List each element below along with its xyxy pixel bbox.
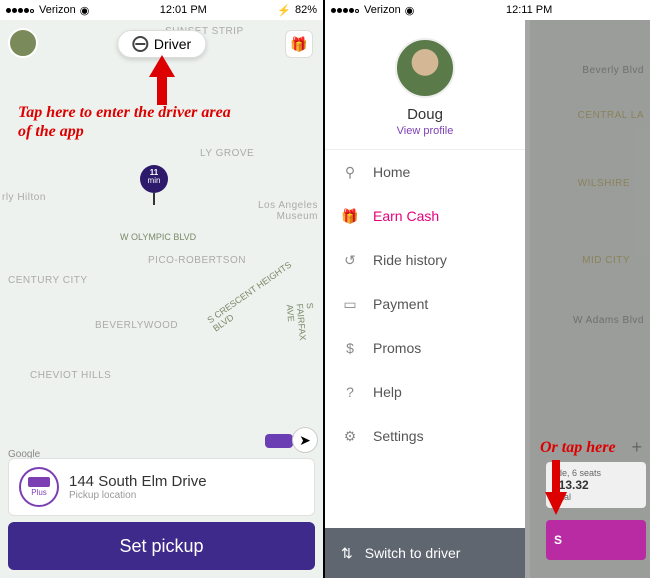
profile-name: Doug: [325, 106, 525, 123]
phone-left: Verizon ◉ 12:01 PM ⚡ 82% SUNSET STRIP LY…: [0, 0, 325, 578]
add-button[interactable]: +: [631, 437, 642, 458]
view-profile-link[interactable]: View profile: [325, 125, 525, 137]
eta-pin: 11 min: [140, 165, 168, 193]
gear-icon: ⚙: [341, 427, 359, 445]
menu-list: ⚲Home 🎁Earn Cash ↺Ride history ▭Payment …: [325, 150, 525, 528]
switch-to-driver-button[interactable]: ⇅ Switch to driver: [325, 528, 525, 578]
gift-icon: 🎁: [290, 36, 307, 53]
avatar[interactable]: [8, 28, 38, 58]
dollar-icon: $: [341, 339, 359, 357]
carrier-label: Verizon: [39, 4, 76, 16]
signal-dots-icon: [6, 4, 35, 16]
nav-drawer: Doug View profile ⚲Home 🎁Earn Cash ↺Ride…: [325, 20, 525, 578]
battery-label: 82%: [295, 4, 317, 16]
menu-item-settings[interactable]: ⚙Settings: [325, 414, 525, 458]
menu-item-promos[interactable]: $Promos: [325, 326, 525, 370]
location-arrow-icon: ➤: [299, 432, 311, 449]
driver-mode-button[interactable]: Driver: [117, 30, 206, 58]
clock-label: 12:01 PM: [160, 4, 207, 16]
help-icon: ?: [341, 383, 359, 401]
carrier-label: Verizon: [364, 4, 401, 16]
gift-icon: 🎁: [341, 207, 359, 225]
poi-label: Los Angeles Museum: [248, 200, 318, 222]
bluetooth-icon: ⚡: [277, 4, 291, 17]
neighborhood-label: LY GROVE: [200, 148, 254, 159]
menu-item-ride-history[interactable]: ↺Ride history: [325, 238, 525, 282]
annotation-arrow-icon: [147, 55, 177, 105]
card-icon: ▭: [341, 295, 359, 313]
neighborhood-label: CHEVIOT HILLS: [30, 370, 111, 381]
annotation-text: Or tap here: [540, 438, 616, 457]
menu-item-home[interactable]: ⚲Home: [325, 150, 525, 194]
signal-dots-icon: [331, 4, 360, 16]
menu-item-help[interactable]: ?Help: [325, 370, 525, 414]
plus-badge-icon: Plus: [19, 467, 59, 507]
switch-icon: ⇅: [341, 545, 353, 562]
address-line: 144 South Elm Drive: [69, 473, 207, 490]
request-button[interactable]: S: [546, 520, 646, 560]
street-label: S Fairfax Ave: [285, 302, 319, 347]
clock-label: 12:11 PM: [506, 4, 552, 16]
annotation-arrow-icon: [543, 460, 569, 515]
locate-me-button[interactable]: ➤: [292, 427, 318, 453]
street-label: W Olympic Blvd: [120, 232, 196, 242]
driver-label: Driver: [154, 36, 191, 52]
wifi-icon: ◉: [405, 4, 415, 17]
annotation-text: Tap here to enter the driver area of the…: [18, 103, 238, 141]
profile-section[interactable]: Doug View profile: [325, 20, 525, 150]
steering-wheel-icon: [132, 36, 148, 52]
status-bar: Verizon ◉ 12:01 PM ⚡ 82%: [0, 0, 323, 20]
set-pickup-button[interactable]: Set pickup: [8, 522, 315, 570]
car-marker-icon: [265, 434, 293, 448]
menu-item-payment[interactable]: ▭Payment: [325, 282, 525, 326]
pin-icon: ⚲: [341, 163, 359, 181]
status-bar: Verizon ◉ 12:11 PM: [325, 0, 650, 20]
neighborhood-label: CENTURY CITY: [8, 275, 88, 286]
poi-label: rly Hilton: [2, 192, 46, 203]
phone-right: Verizon ◉ 12:11 PM Beverly Blvd CENTRAL …: [325, 0, 650, 578]
history-icon: ↺: [341, 251, 359, 269]
eta-unit: min: [140, 177, 168, 185]
neighborhood-label: PICO-ROBERTSON: [148, 255, 246, 266]
gift-button[interactable]: 🎁: [285, 30, 313, 58]
neighborhood-label: BEVERLYWOOD: [95, 320, 178, 331]
avatar: [395, 38, 455, 98]
address-card[interactable]: Plus 144 South Elm Drive Pickup location: [8, 458, 315, 516]
address-sublabel: Pickup location: [69, 490, 207, 501]
menu-item-earn-cash[interactable]: 🎁Earn Cash: [325, 194, 525, 238]
wifi-icon: ◉: [80, 4, 90, 17]
switch-label: Switch to driver: [365, 545, 461, 561]
